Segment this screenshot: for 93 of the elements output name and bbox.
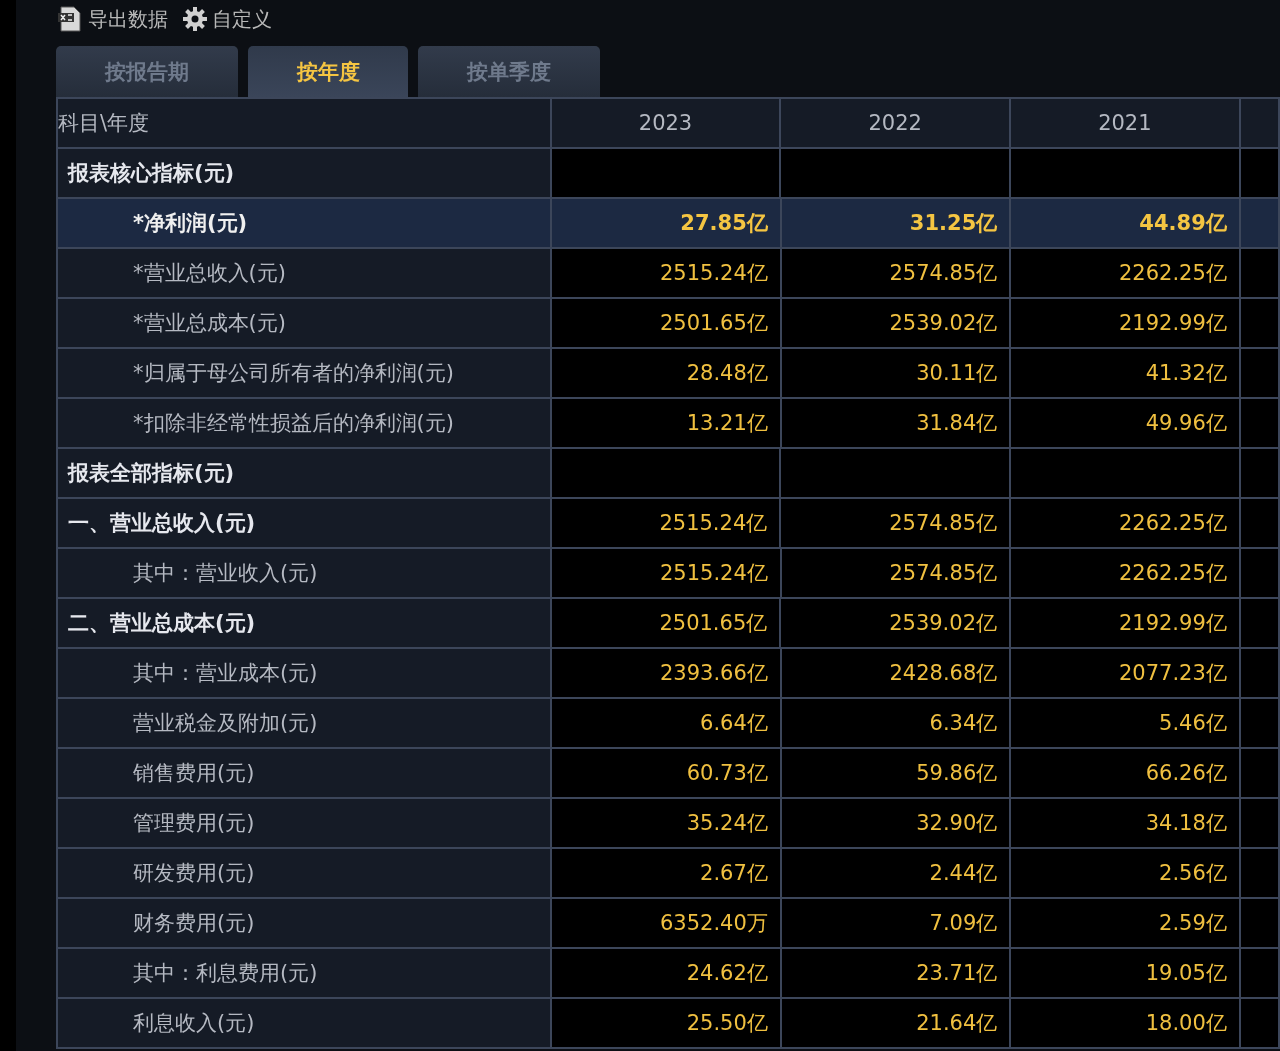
table-cell: 32.90亿 <box>781 799 1012 849</box>
table-row[interactable]: 管理费用(元) 35.24亿 32.90亿 34.18亿 <box>56 799 1280 849</box>
customize-button[interactable]: 自定义 <box>182 5 272 33</box>
table-cell: 41.32亿 <box>1011 349 1241 399</box>
row-label: 利息收入(元) <box>56 999 553 1049</box>
table-row[interactable]: 研发费用(元) 2.67亿 2.44亿 2.56亿 <box>56 849 1280 899</box>
table-row[interactable]: 其中：营业收入(元) 2515.24亿 2574.85亿 2262.25亿 <box>56 549 1280 599</box>
table-cell: 27.85亿 <box>552 199 782 249</box>
table-cell: 2077.23亿 <box>1011 649 1241 699</box>
row-label: *归属于母公司所有者的净利润(元) <box>56 349 553 399</box>
table-cell: 6352.40万 <box>552 899 782 949</box>
table-cell: 2.59亿 <box>1011 899 1241 949</box>
table-cell: 2.44亿 <box>781 849 1012 899</box>
column-header: 2022 <box>781 99 1011 149</box>
row-label: *营业总成本(元) <box>56 299 553 349</box>
table-row[interactable]: 财务费用(元) 6352.40万 7.09亿 2.59亿 <box>56 899 1280 949</box>
table-row[interactable]: 利息收入(元) 25.50亿 21.64亿 18.00亿 <box>56 999 1280 1049</box>
tab[interactable]: 按年度 <box>248 46 408 97</box>
table-row[interactable]: 其中：利息费用(元) 24.62亿 23.71亿 19.05亿 <box>56 949 1280 999</box>
table-cell: 2501.65亿 <box>551 599 782 649</box>
settings-icon <box>182 6 208 32</box>
table-cell: 2262.25亿 <box>1011 249 1241 299</box>
table-row[interactable]: 报表核心指标(元) <box>56 149 1280 199</box>
table-row[interactable]: *营业总成本(元) 2501.65亿 2539.02亿 2192.99亿 <box>56 299 1280 349</box>
table-cell: 2574.85亿 <box>781 549 1012 599</box>
row-label: 其中：营业成本(元) <box>56 649 553 699</box>
table-cell: 2515.24亿 <box>552 249 782 299</box>
table-row[interactable]: *扣除非经常性损益后的净利润(元) 13.21亿 31.84亿 49.96亿 <box>56 399 1280 449</box>
row-label: 营业税金及附加(元) <box>56 699 553 749</box>
table-cell: 2262.25亿 <box>1011 549 1241 599</box>
table-cell: 2262.25亿 <box>1011 499 1241 549</box>
table-row[interactable]: 销售费用(元) 60.73亿 59.86亿 66.26亿 <box>56 749 1280 799</box>
table-cell: 2192.99亿 <box>1011 599 1241 649</box>
table-row[interactable]: *归属于母公司所有者的净利润(元) 28.48亿 30.11亿 41.32亿 <box>56 349 1280 399</box>
row-label: 其中：营业收入(元) <box>56 549 553 599</box>
column-header: 2021 <box>1011 99 1241 149</box>
table-row[interactable]: *净利润(元) 27.85亿 31.25亿 44.89亿 <box>56 199 1280 249</box>
table-cell: 2393.66亿 <box>552 649 782 699</box>
table-cell: 2539.02亿 <box>781 599 1011 649</box>
table-cell: 2574.85亿 <box>781 499 1011 549</box>
table-cell: 2428.68亿 <box>781 649 1012 699</box>
spreadsheet-icon <box>56 5 84 33</box>
row-label: 二、营业总成本(元) <box>56 599 552 649</box>
table-cell: 2515.24亿 <box>551 499 782 549</box>
table-row[interactable]: *营业总收入(元) 2515.24亿 2574.85亿 2262.25亿 <box>56 249 1280 299</box>
export-button[interactable]: 导出数据 <box>56 5 168 33</box>
table-cell: 24.62亿 <box>552 949 782 999</box>
column-header: 2023 <box>551 99 782 149</box>
table-row[interactable]: 一、营业总收入(元) 2515.24亿 2574.85亿 2262.25亿 <box>56 499 1280 549</box>
table-cell: 13.21亿 <box>552 399 782 449</box>
table-cell: 18.00亿 <box>1011 999 1241 1049</box>
table-cell: 23.71亿 <box>781 949 1012 999</box>
table-cell: 2501.65亿 <box>552 299 782 349</box>
table-cell: 2515.24亿 <box>552 549 782 599</box>
table-cell: 60.73亿 <box>552 749 782 799</box>
row-label: *净利润(元) <box>56 199 553 249</box>
table-cell: 49.96亿 <box>1011 399 1241 449</box>
table-cell: 7.09亿 <box>781 899 1012 949</box>
table-cell: 5.46亿 <box>1011 699 1241 749</box>
table-cell: 2192.99亿 <box>1011 299 1241 349</box>
table-cell: 35.24亿 <box>552 799 782 849</box>
row-label: 一、营业总收入(元) <box>56 499 552 549</box>
column-header: 科目\年度 <box>56 99 552 149</box>
table-cell: 25.50亿 <box>552 999 782 1049</box>
row-label: 财务费用(元) <box>56 899 553 949</box>
table-cell: 2574.85亿 <box>781 249 1012 299</box>
table-cell: 66.26亿 <box>1011 749 1241 799</box>
table-cell: 2539.02亿 <box>781 299 1012 349</box>
table-cell: 2.67亿 <box>552 849 782 899</box>
table-cell: 21.64亿 <box>781 999 1012 1049</box>
table-row[interactable]: 营业税金及附加(元) 6.64亿 6.34亿 5.46亿 <box>56 699 1280 749</box>
table-cell: 28.48亿 <box>552 349 782 399</box>
row-label: 管理费用(元) <box>56 799 553 849</box>
table-row[interactable]: 二、营业总成本(元) 2501.65亿 2539.02亿 2192.99亿 <box>56 599 1280 649</box>
table-cell: 34.18亿 <box>1011 799 1241 849</box>
table-cell: 6.64亿 <box>552 699 782 749</box>
table-row[interactable]: 其中：营业成本(元) 2393.66亿 2428.68亿 2077.23亿 <box>56 649 1280 699</box>
table-cell: 31.84亿 <box>781 399 1012 449</box>
row-label: 报表全部指标(元) <box>56 449 552 499</box>
table-cell: 30.11亿 <box>781 349 1012 399</box>
row-label: *营业总收入(元) <box>56 249 553 299</box>
row-label: 报表核心指标(元) <box>56 149 552 199</box>
table-row[interactable]: 报表全部指标(元) <box>56 449 1280 499</box>
table-cell: 59.86亿 <box>781 749 1012 799</box>
row-label: 其中：利息费用(元) <box>56 949 553 999</box>
row-label: 研发费用(元) <box>56 849 553 899</box>
row-label: *扣除非经常性损益后的净利润(元) <box>56 399 553 449</box>
table-cell: 31.25亿 <box>781 199 1012 249</box>
table-cell: 2.56亿 <box>1011 849 1241 899</box>
table-cell: 44.89亿 <box>1011 199 1241 249</box>
table-cell: 19.05亿 <box>1011 949 1241 999</box>
table-cell: 6.34亿 <box>781 699 1012 749</box>
row-label: 销售费用(元) <box>56 749 553 799</box>
